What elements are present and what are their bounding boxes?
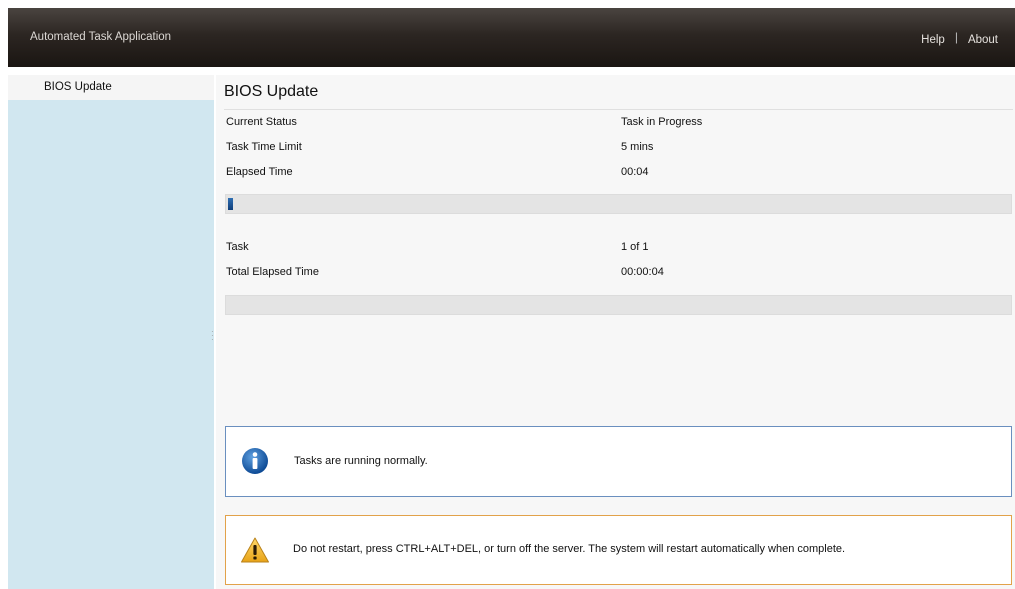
info-icon <box>242 448 268 474</box>
elapsed-time-label: Elapsed Time <box>226 166 293 178</box>
sidebar: BIOS Update <box>8 75 214 589</box>
overall-progress-bar <box>225 295 1012 315</box>
header-links: Help | About <box>921 30 998 47</box>
task-time-limit-label: Task Time Limit <box>226 141 302 153</box>
sidebar-item-bios-update[interactable]: BIOS Update <box>8 75 214 100</box>
info-alert: Tasks are running normally. <box>225 426 1012 497</box>
title-divider <box>224 109 1013 110</box>
task-progress-fill <box>228 198 233 210</box>
total-elapsed-time-label: Total Elapsed Time <box>226 266 319 278</box>
warning-icon <box>241 537 269 563</box>
current-status-label: Current Status <box>226 116 297 128</box>
info-alert-message: Tasks are running normally. <box>294 455 428 467</box>
page-title: BIOS Update <box>224 83 319 100</box>
sidebar-item-label: BIOS Update <box>44 81 112 93</box>
app-header: Automated Task Application Help | About <box>8 8 1015 67</box>
about-link[interactable]: About <box>968 34 998 46</box>
current-status-value: Task in Progress <box>621 116 703 128</box>
task-time-limit-value: 5 mins <box>621 141 654 153</box>
warning-alert: Do not restart, press CTRL+ALT+DEL, or t… <box>225 515 1012 585</box>
total-elapsed-time-value: 00:00:04 <box>621 266 664 278</box>
task-progress-bar <box>225 194 1012 214</box>
warning-alert-message: Do not restart, press CTRL+ALT+DEL, or t… <box>293 543 846 555</box>
task-value: 1 of 1 <box>621 241 649 253</box>
app-title: Automated Task Application <box>30 31 172 43</box>
help-link[interactable]: Help <box>921 34 945 46</box>
main-panel: BIOS Update Current Status Task in Progr… <box>216 75 1015 589</box>
task-label: Task <box>226 241 249 253</box>
splitter-handle[interactable]: · · · <box>211 328 214 344</box>
header-link-separator: | <box>954 30 958 44</box>
elapsed-time-value: 00:04 <box>621 166 649 178</box>
